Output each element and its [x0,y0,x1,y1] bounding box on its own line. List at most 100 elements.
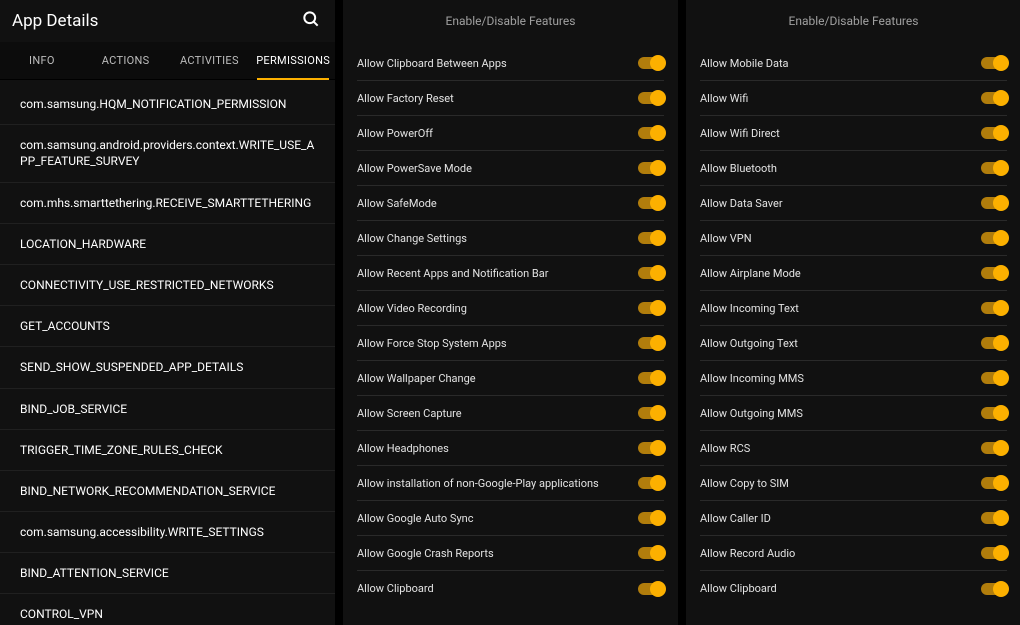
feature-label: Allow Record Audio [700,547,795,560]
feature-row: Allow Caller ID [700,501,1007,536]
feature-toggle[interactable] [638,162,664,174]
feature-toggle[interactable] [638,407,664,419]
permission-item[interactable]: BIND_JOB_SERVICE [0,389,335,430]
app-details-panel: App Details INFO ACTIONS ACTIVITIES PERM… [0,0,335,625]
feature-toggle[interactable] [981,372,1007,384]
tab-label: PERMISSIONS [256,54,330,67]
feature-label: Allow installation of non-Google-Play ap… [357,477,599,490]
feature-row: Allow Clipboard [357,571,664,606]
feature-toggle[interactable] [981,547,1007,559]
tab-activities[interactable]: ACTIVITIES [168,42,252,79]
feature-label: Allow Mobile Data [700,57,789,70]
feature-toggle[interactable] [638,127,664,139]
feature-toggle[interactable] [981,92,1007,104]
feature-toggle[interactable] [981,407,1007,419]
feature-label: Allow Outgoing Text [700,337,798,350]
feature-label: Allow Screen Capture [357,407,462,420]
feature-toggle[interactable] [638,477,664,489]
feature-label: Allow Data Saver [700,197,783,210]
permission-item[interactable]: com.samsung.accessibility.WRITE_SETTINGS [0,512,335,553]
feature-toggle[interactable] [638,302,664,314]
feature-row: Allow Google Auto Sync [357,501,664,536]
feature-list[interactable]: Allow Clipboard Between AppsAllow Factor… [343,46,678,625]
features-panel-1: Enable/Disable Features Allow Clipboard … [343,0,678,625]
permission-item[interactable]: com.samsung.HQM_NOTIFICATION_PERMISSION [0,84,335,125]
feature-toggle[interactable] [981,477,1007,489]
feature-label: Allow Clipboard [357,582,434,595]
feature-toggle[interactable] [981,337,1007,349]
feature-toggle[interactable] [981,197,1007,209]
tab-label: ACTIVITIES [180,54,239,67]
feature-toggle[interactable] [981,267,1007,279]
features-header: Enable/Disable Features [343,0,678,46]
features-panel-2: Enable/Disable Features Allow Mobile Dat… [686,0,1020,625]
permission-item[interactable]: CONTROL_VPN [0,594,335,625]
feature-label: Allow Wallpaper Change [357,372,476,385]
permission-item[interactable]: com.mhs.smarttethering.RECEIVE_SMARTTETH… [0,183,335,224]
feature-row: Allow Headphones [357,431,664,466]
feature-label: Allow VPN [700,232,752,245]
feature-toggle[interactable] [638,442,664,454]
feature-label: Allow Incoming MMS [700,372,804,385]
feature-row: Allow installation of non-Google-Play ap… [357,466,664,501]
feature-label: Allow Caller ID [700,512,771,525]
topbar: App Details [0,0,335,42]
feature-list[interactable]: Allow Mobile Data Allow Wifi Allow Wifi Di… [686,46,1020,625]
feature-row: Allow Clipboard [700,571,1007,606]
feature-label: Allow Copy to SIM [700,477,789,490]
feature-toggle[interactable] [981,162,1007,174]
feature-toggle[interactable] [981,583,1007,595]
feature-toggle[interactable] [981,57,1007,69]
feature-toggle[interactable] [638,92,664,104]
feature-row: Allow Mobile Data [700,46,1007,81]
feature-row: Allow Change Settings [357,221,664,256]
feature-row: Allow Outgoing MMS [700,396,1007,431]
feature-row: Allow Video Recording [357,291,664,326]
feature-label: Allow Airplane Mode [700,267,801,280]
feature-toggle[interactable] [638,57,664,69]
feature-toggle[interactable] [981,512,1007,524]
feature-label: Allow Recent Apps and Notification Bar [357,267,548,280]
feature-toggle[interactable] [638,267,664,279]
feature-toggle[interactable] [638,583,664,595]
feature-toggle[interactable] [981,232,1007,244]
feature-row: Allow Outgoing Text [700,326,1007,361]
feature-label: Allow Wifi [700,92,748,105]
feature-label: Allow Clipboard [700,582,777,595]
feature-label: Allow PowerOff [357,127,433,140]
permission-item[interactable]: BIND_ATTENTION_SERVICE [0,553,335,594]
feature-toggle[interactable] [981,442,1007,454]
feature-row: Allow PowerSave Mode [357,151,664,186]
feature-toggle[interactable] [638,372,664,384]
feature-toggle[interactable] [638,232,664,244]
permission-item[interactable]: com.samsung.android.providers.context.WR… [0,125,335,182]
permission-item[interactable]: LOCATION_HARDWARE [0,224,335,265]
feature-row: Allow Screen Capture [357,396,664,431]
permission-item[interactable]: GET_ACCOUNTS [0,306,335,347]
feature-toggle[interactable] [638,512,664,524]
permission-item[interactable]: BIND_NETWORK_RECOMMENDATION_SERVICE [0,471,335,512]
permission-item[interactable]: TRIGGER_TIME_ZONE_RULES_CHECK [0,430,335,471]
feature-toggle[interactable] [981,127,1007,139]
feature-row: Allow Wallpaper Change [357,361,664,396]
feature-label: Allow Outgoing MMS [700,407,803,420]
feature-toggle[interactable] [638,197,664,209]
tab-info[interactable]: INFO [0,42,84,79]
permission-item[interactable]: SEND_SHOW_SUSPENDED_APP_DETAILS [0,347,335,388]
tab-actions[interactable]: ACTIONS [84,42,168,79]
feature-row: Allow Airplane Mode [700,256,1007,291]
tab-label: ACTIONS [102,54,150,67]
permission-item[interactable]: CONNECTIVITY_USE_RESTRICTED_NETWORKS [0,265,335,306]
feature-row: Allow Incoming Text [700,291,1007,326]
feature-label: Allow Wifi Direct [700,127,780,140]
permission-list[interactable]: com.samsung.HQM_NOTIFICATION_PERMISSIONc… [0,80,335,625]
feature-row: Allow RCS [700,431,1007,466]
feature-toggle[interactable] [981,302,1007,314]
feature-toggle[interactable] [638,337,664,349]
feature-label: Allow RCS [700,442,750,455]
feature-row: Allow Wifi Direct [700,116,1007,151]
feature-row: Allow Factory Reset [357,81,664,116]
search-icon[interactable] [301,9,321,33]
feature-toggle[interactable] [638,547,664,559]
tab-permissions[interactable]: PERMISSIONS [251,42,335,79]
